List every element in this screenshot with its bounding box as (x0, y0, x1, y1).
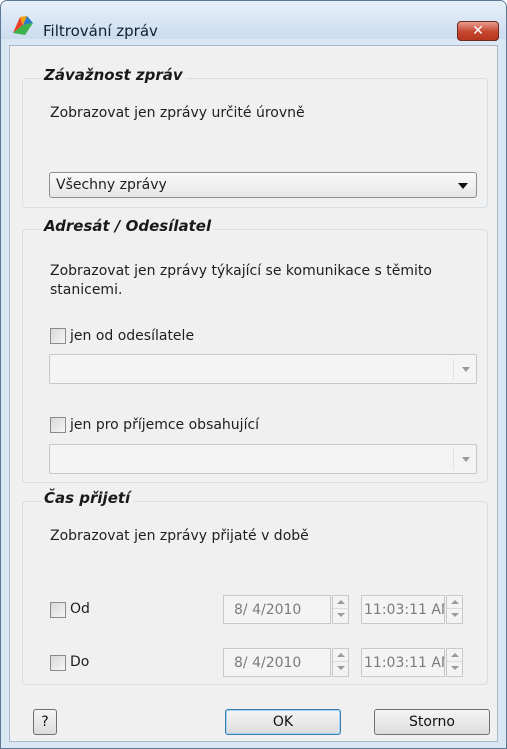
avg-logo-icon (13, 16, 33, 35)
spin-up-icon[interactable] (333, 649, 348, 662)
receiver-checkbox-label[interactable]: jen pro příjemce obsahující (70, 417, 259, 433)
from-time-value: 11:03:11 AM (364, 602, 445, 618)
spin-up-icon[interactable] (447, 649, 462, 662)
spin-down-icon[interactable] (333, 662, 348, 675)
severity-group-title: Závažnost zpráv (41, 66, 186, 84)
help-button[interactable]: ? (33, 709, 57, 735)
to-date-field[interactable]: 8/ 4/2010 (223, 648, 331, 677)
from-date-field[interactable]: 8/ 4/2010 (223, 595, 331, 624)
combo-separator (453, 358, 454, 380)
spin-down-icon[interactable] (333, 609, 348, 622)
severity-select[interactable]: Všechny zprávy (49, 172, 477, 198)
to-time-value: 11:03:11 AM (364, 655, 445, 671)
recipient-description-line1: Zobrazovat jen zprávy týkající se komuni… (50, 263, 432, 279)
time-description: Zobrazovat jen zprávy přijaté v době (50, 528, 309, 544)
chevron-down-icon (462, 367, 470, 372)
dialog-window: Filtrování zpráv ✕ Závažnost zpráv Zobra… (0, 0, 507, 749)
recipient-description-line2: stanicemi. (50, 282, 123, 298)
to-checkbox[interactable] (50, 655, 66, 671)
close-icon[interactable]: ✕ (457, 21, 499, 41)
combo-separator (453, 448, 454, 470)
from-time-field[interactable]: 11:03:11 AM (361, 595, 445, 624)
from-date-spinner[interactable] (332, 595, 349, 624)
to-date-spinner[interactable] (332, 648, 349, 677)
severity-description: Zobrazovat jen zprávy určité úrovně (50, 105, 305, 121)
from-date-value: 8/ 4/2010 (234, 602, 302, 618)
from-checkbox[interactable] (50, 602, 66, 618)
to-time-field[interactable]: 11:03:11 AM (361, 648, 445, 677)
title-bar[interactable]: Filtrování zpráv ✕ (1, 1, 506, 41)
chevron-down-icon (458, 183, 468, 189)
receiver-combobox[interactable] (49, 444, 477, 474)
window-title: Filtrování zpráv (43, 22, 158, 40)
time-group-title: Čas přijetí (41, 489, 134, 507)
sender-combobox[interactable] (49, 354, 477, 384)
spin-down-icon[interactable] (447, 662, 462, 675)
to-checkbox-label[interactable]: Do (70, 654, 89, 670)
spin-up-icon[interactable] (447, 596, 462, 609)
spin-down-icon[interactable] (447, 609, 462, 622)
receiver-checkbox[interactable] (50, 417, 66, 433)
severity-select-value: Všechny zprávy (56, 177, 167, 193)
sender-checkbox-label[interactable]: jen od odesílatele (70, 328, 194, 344)
to-date-value: 8/ 4/2010 (234, 655, 302, 671)
cancel-button[interactable]: Storno (374, 709, 490, 735)
sender-checkbox[interactable] (50, 328, 66, 344)
from-checkbox-label[interactable]: Od (70, 601, 90, 617)
ok-button[interactable]: OK (225, 709, 341, 735)
from-time-spinner[interactable] (446, 595, 463, 624)
recipient-group-title: Adresát / Odesílatel (41, 217, 215, 235)
spin-up-icon[interactable] (333, 596, 348, 609)
chevron-down-icon (462, 457, 470, 462)
to-time-spinner[interactable] (446, 648, 463, 677)
